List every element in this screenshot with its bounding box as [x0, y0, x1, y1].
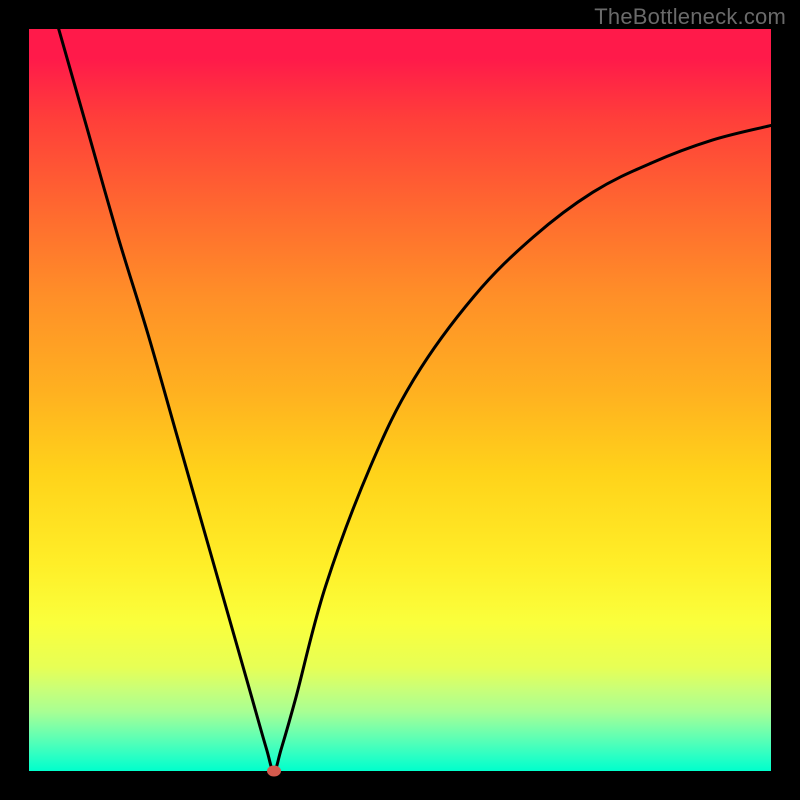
- bottleneck-curve: [59, 29, 771, 771]
- figure-frame: TheBottleneck.com: [0, 0, 800, 800]
- curve-svg: [29, 29, 771, 771]
- watermark-text: TheBottleneck.com: [594, 4, 786, 30]
- plot-area: [29, 29, 771, 771]
- minimum-marker: [267, 766, 281, 777]
